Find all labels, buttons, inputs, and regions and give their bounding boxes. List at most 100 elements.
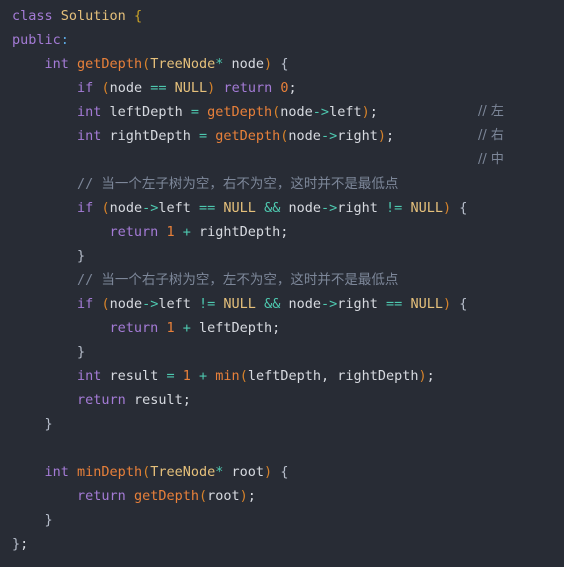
code-token-cbrace: { [280,464,289,480]
code-line[interactable]: }; [0,532,564,556]
code-token-cbrace: { [459,296,468,312]
code-token-kw: int [77,368,102,384]
code-line[interactable]: int getDepth(TreeNode* node) { [0,52,564,76]
code-token-op: -> [142,200,159,216]
code-token-op: == [150,80,167,96]
code-token-kw: int [77,104,102,120]
code-token-op: == [386,296,403,312]
code-token-plain: left [158,296,191,312]
code-token-cbrace: { [280,56,289,72]
code-token-num: 0 [280,80,289,96]
code-token-plain: node [280,200,321,216]
code-token-plain: node [109,200,143,216]
code-line[interactable]: return getDepth(root); [0,484,564,508]
code-token-plain: node [223,56,265,72]
code-token-punc: ) [239,488,248,504]
code-token-op: -> [320,296,338,312]
code-token-semi: ; [272,320,281,336]
code-editor[interactable]: class Solution {public: int getDepth(Tre… [0,0,564,567]
code-token-plain: node [288,128,321,144]
code-line[interactable]: // 当一个右子树为空，左不为空，这时并不是最低点 [0,268,564,292]
code-line[interactable]: } [0,412,564,436]
code-token-op: && [264,200,281,216]
code-token-plain: node [109,296,143,312]
code-token-kw: int [77,128,102,144]
code-token-plain: left [329,104,362,120]
code-token-fn: min [215,368,240,384]
code-token-op: -> [142,296,159,312]
code-token-brace: { [133,8,143,24]
code-line[interactable]: if (node->left != NULL && node->right ==… [0,292,564,316]
code-token-plain: leftDepth [101,104,191,120]
code-line[interactable] [0,436,564,460]
code-line[interactable]: // 中 [0,148,564,172]
code-line[interactable]: // 当一个左子树为空，右不为空，这时并不是最低点 [0,172,564,196]
code-line[interactable]: return 1 + rightDepth; [0,220,564,244]
code-token-punc: ) [264,56,273,72]
code-token-cbrace: } [77,248,86,264]
code-token-cbrace: { [459,200,468,216]
code-line[interactable]: } [0,508,564,532]
code-line[interactable]: public: [0,28,564,52]
code-token-kw: if [77,200,94,216]
code-token-kw: public [12,32,61,48]
code-line[interactable]: return 1 + leftDepth; [0,316,564,340]
code-token-plain: leftDepth, rightDepth [247,368,419,384]
code-token-plain: leftDepth [190,320,273,336]
code-token-kw: return [77,488,126,504]
code-token-op: = [198,128,208,144]
code-token-type: TreeNode [150,464,216,480]
code-line[interactable]: if (node->left == NULL && node->right !=… [0,196,564,220]
code-line[interactable]: int result = 1 + min(leftDepth, rightDep… [0,364,564,388]
code-token-kw: return [109,224,159,240]
code-line[interactable]: } [0,340,564,364]
code-token-punc: ) [418,368,427,384]
code-token-num: 1 [182,368,191,384]
code-token-plain: result [101,368,167,384]
code-token-op: + [182,224,191,240]
code-token-plain: right [337,296,378,312]
code-token-kw: return [109,320,159,336]
code-token-punc: ) [442,296,452,312]
code-token-plain: rightDepth [101,128,199,144]
code-token-plain: right [337,128,378,144]
code-line[interactable]: if (node == NULL) return 0; [0,76,564,100]
code-token-op: != [199,296,216,312]
code-token-plain: node [109,80,143,96]
code-token-op: = [190,104,199,120]
code-token-kw: return [223,80,273,96]
code-line[interactable]: int leftDepth = getDepth(node->left);// … [0,100,564,124]
code-line[interactable]: } [0,244,564,268]
code-token-semi: ; [288,80,297,96]
code-token-type: NULL [223,296,256,312]
code-token-fn: minDepth [77,464,143,480]
code-token-plain: root [223,464,265,480]
code-line[interactable]: int rightDepth = getDepth(node->right); /… [0,124,564,148]
code-token-op: + [182,320,191,336]
code-token-semi: ; [182,392,191,408]
code-token-kw: return [77,392,126,408]
code-token-op: -> [320,200,338,216]
code-line[interactable]: class Solution { [0,4,564,28]
code-token-punc: ) [361,104,370,120]
code-line[interactable]: return result; [0,388,564,412]
code-token-op: == [199,200,216,216]
code-token-op: != [386,200,403,216]
code-token-type: NULL [410,200,443,216]
code-token-semi: ; [426,368,435,384]
code-line[interactable]: int minDepth(TreeNode* root) { [0,460,564,484]
code-token-op: = [166,368,175,384]
